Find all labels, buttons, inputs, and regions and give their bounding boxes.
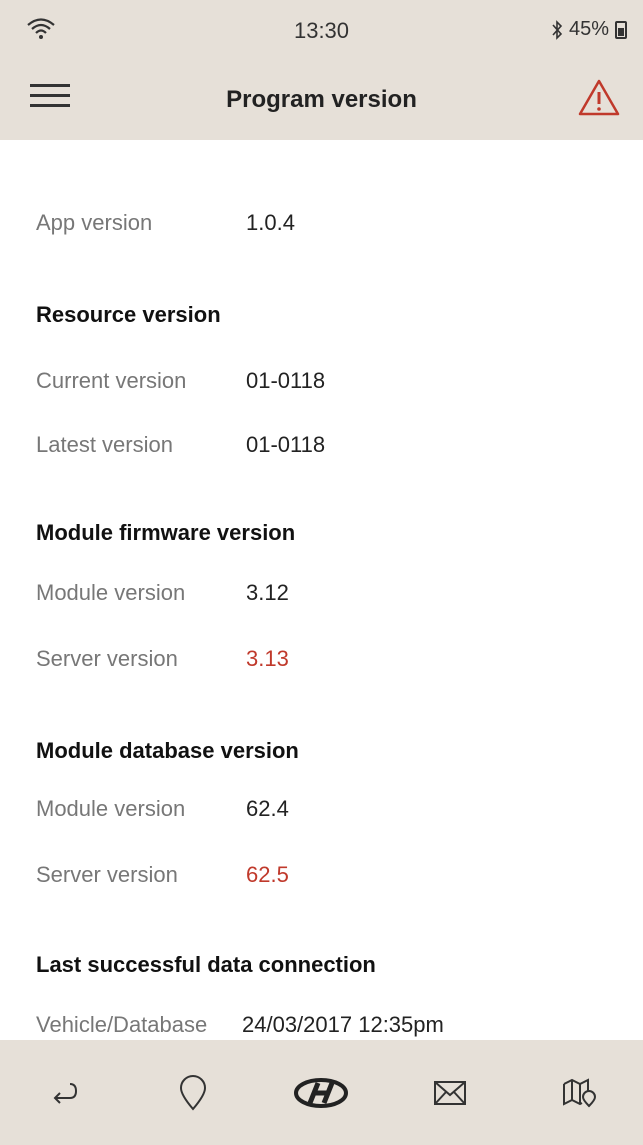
battery-percent: 45%: [568, 18, 609, 40]
app-version-row: App version 1.0.4: [36, 206, 295, 240]
resource-section-title: Resource version: [36, 302, 221, 327]
database-module-label: Module version: [36, 796, 186, 821]
status-bar: 13:30 45%: [0, 0, 643, 64]
brand-logo-icon[interactable]: [291, 1063, 351, 1123]
app-version-label: App version: [36, 210, 153, 235]
back-icon[interactable]: [34, 1063, 94, 1123]
resource-latest-label: Latest version: [36, 432, 173, 457]
database-module-row: Module version 62.4: [36, 792, 289, 826]
location-pin-icon[interactable]: [163, 1063, 223, 1123]
connection-section-title: Last successful data connection: [36, 952, 376, 977]
status-time: 13:30: [293, 18, 350, 43]
app-version-value: 1.0.4: [246, 210, 295, 235]
connection-label: Vehicle/Database: [36, 1012, 208, 1037]
resource-current-label: Current version: [36, 368, 187, 393]
resource-current-value: 01-0118: [246, 368, 326, 393]
firmware-module-row: Module version 3.12: [36, 576, 289, 610]
app-header: Program version: [0, 64, 643, 140]
resource-current-row: Current version 01-0118: [36, 364, 325, 398]
battery-icon: [615, 20, 627, 39]
database-server-value: 62.5: [246, 862, 289, 887]
firmware-server-value: 3.13: [246, 646, 289, 671]
firmware-section-title: Module firmware version: [36, 520, 296, 545]
connection-value: 24/03/2017 12:35pm: [242, 1012, 444, 1037]
firmware-server-label: Server version: [36, 646, 178, 671]
map-icon[interactable]: [549, 1063, 609, 1123]
version-content: App version 1.0.4 Resource version Curre…: [0, 140, 643, 1040]
database-module-value: 62.4: [246, 796, 289, 821]
firmware-module-label: Module version: [36, 580, 186, 605]
status-indicators: 45%: [551, 18, 627, 41]
bluetooth-icon: [552, 19, 563, 40]
firmware-server-row: Server version 3.13: [36, 642, 289, 676]
connection-row: Vehicle/Database 24/03/2017 12:35pm: [36, 1008, 636, 1042]
bottom-nav: [0, 1040, 643, 1145]
page-title: Program version: [226, 86, 417, 113]
resource-latest-value: 01-0118: [246, 432, 326, 457]
mail-icon[interactable]: [420, 1063, 480, 1123]
firmware-module-value: 3.12: [246, 580, 289, 605]
database-server-row: Server version 62.5: [36, 858, 289, 892]
database-section-title: Module database version: [36, 738, 299, 763]
database-server-label: Server version: [36, 862, 178, 887]
warning-icon[interactable]: [577, 78, 621, 118]
resource-latest-row: Latest version 01-0118: [36, 428, 325, 462]
